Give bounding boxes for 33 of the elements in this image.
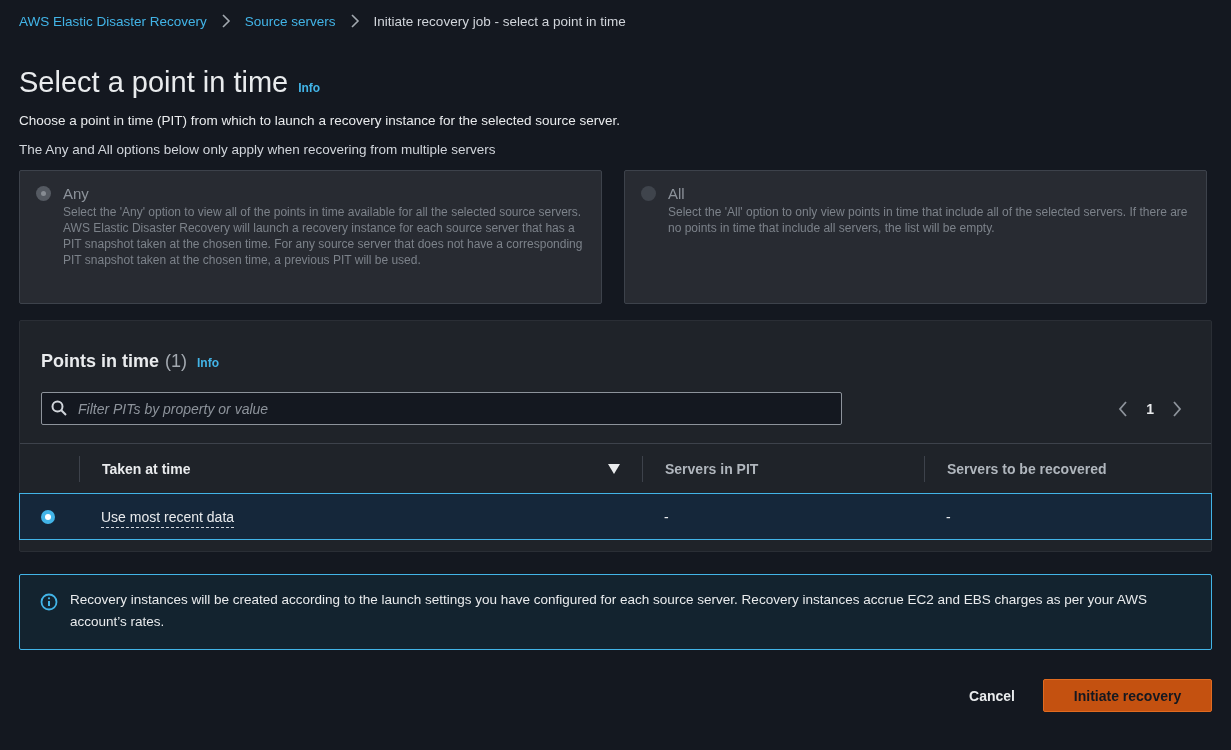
info-link[interactable]: Info xyxy=(298,81,321,95)
table-cell: - xyxy=(946,508,951,525)
page-number[interactable]: 1 xyxy=(1142,400,1158,417)
info-link[interactable]: Info xyxy=(197,356,219,370)
search-field[interactable]: Filter PITs by property or value xyxy=(41,392,842,425)
chevron-right-icon xyxy=(349,14,360,28)
initiate-button[interactable]: Initiate recovery xyxy=(1043,679,1212,712)
column-header[interactable]: Servers to be recovered xyxy=(947,460,1107,477)
table-row[interactable]: Use most recent data - - xyxy=(19,493,1212,540)
previous-page-button[interactable] xyxy=(1118,400,1129,417)
next-page-button[interactable] xyxy=(1172,400,1182,417)
cancel-button[interactable]: Cancel xyxy=(961,679,1023,712)
breadcrumb-link[interactable]: Source servers xyxy=(244,13,336,29)
column-header[interactable]: Taken at time xyxy=(102,460,191,477)
option-description: Select the 'All' option to only view points in time that include all of the selected servers. If there are no points in time that include all servers, the list will be empty. xyxy=(668,204,1189,236)
breadcrumb-current: Initiate recovery job - select a point in time xyxy=(373,13,626,29)
option-description: Select the 'Any' option to view all of the points in time available for all the selected source servers. AWS Elastic Disaster Recovery will launch a recovery instance for each source server that has a PIT snapshot taken at the chosen time. For any source server that does not have a corresponding PIT snapshot taken at the chosen time, a previous PIT will be used. xyxy=(63,204,584,268)
alert-message: Recovery instances will be created according to the launch settings you have configured for each source server. Recovery instances accrue EC2 and EBS charges as per your AWS account’s rates. xyxy=(70,591,1149,631)
info-icon xyxy=(40,593,58,611)
radio-button[interactable] xyxy=(41,509,55,524)
item-count: (1) xyxy=(165,351,187,372)
panel-title: Points in time xyxy=(41,351,159,372)
table-cell: - xyxy=(664,508,669,525)
option-label: Any xyxy=(63,185,90,202)
column-header[interactable]: Servers in PIT xyxy=(665,460,759,477)
page-description: Choose a point in time (PIT) from which to launch a recovery instance for the selected source server. xyxy=(19,113,622,128)
breadcrumb-link[interactable]: AWS Elastic Disaster Recovery xyxy=(19,13,207,29)
chevron-right-icon xyxy=(220,14,231,28)
options-note: The Any and All options below only apply when recovering from multiple servers xyxy=(19,142,497,157)
search-icon xyxy=(51,400,67,416)
table-cell: Use most recent data xyxy=(101,508,235,528)
page-title: Select a point in time xyxy=(19,66,289,99)
option-label: All xyxy=(668,185,686,202)
